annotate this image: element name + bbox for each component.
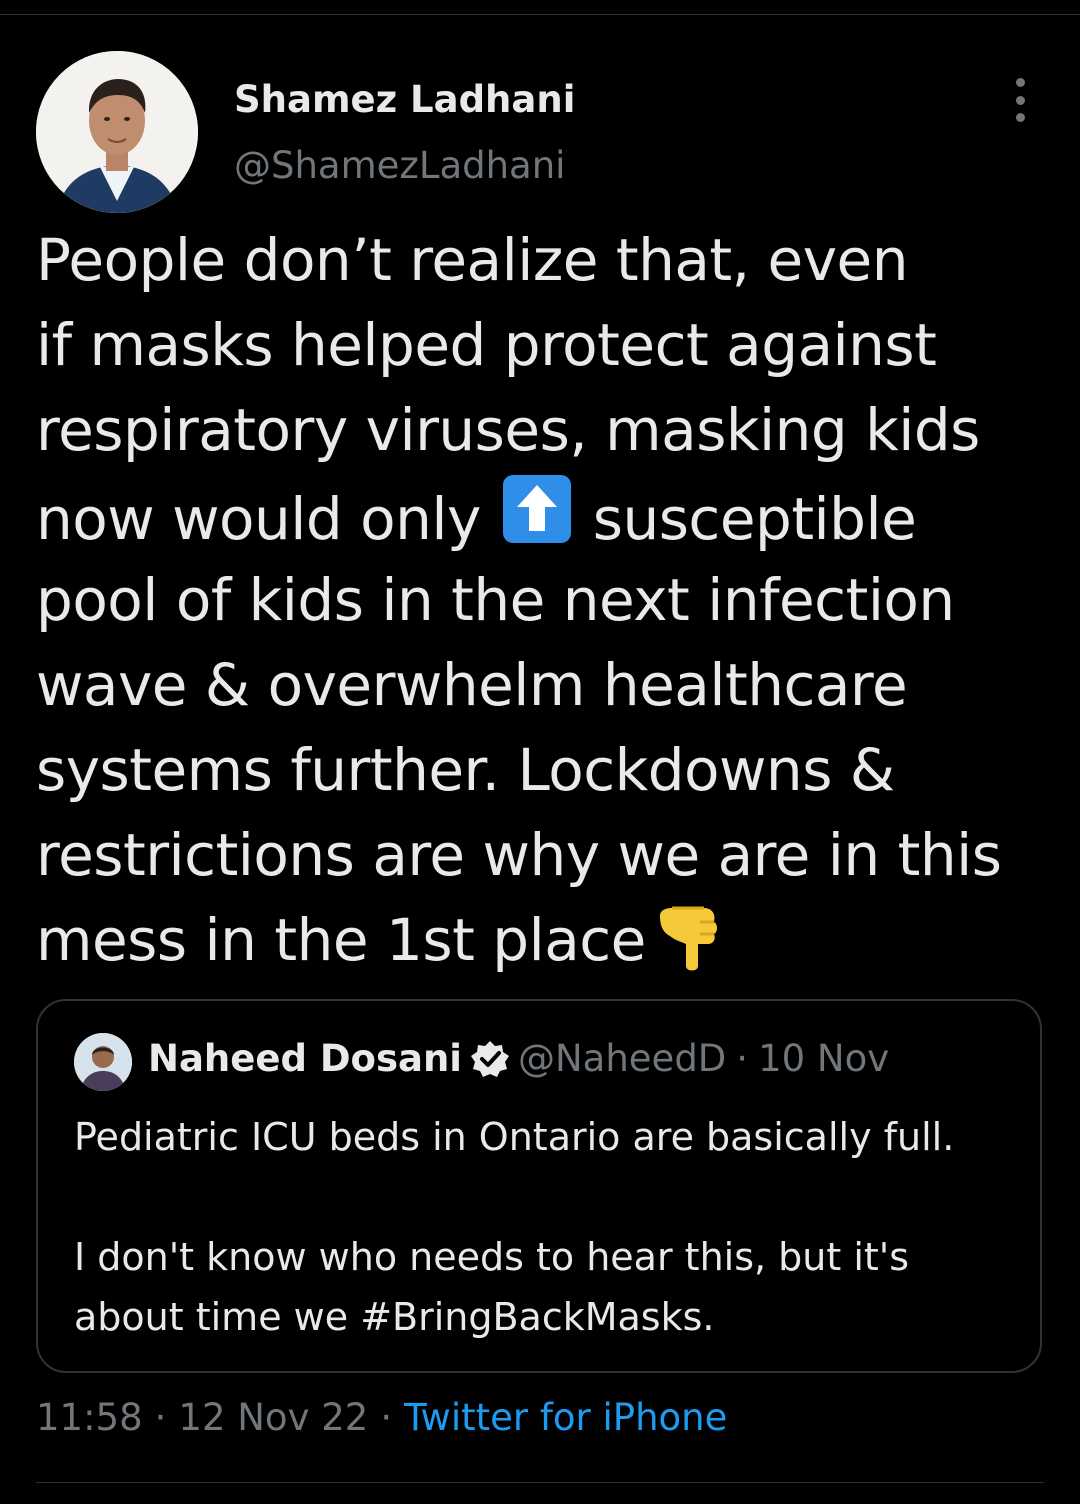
tweet-text-segment: mess in the 1st place	[36, 906, 646, 974]
tweet-source-link[interactable]: Twitter for iPhone	[404, 1396, 727, 1439]
quoted-avatar[interactable]	[74, 1033, 132, 1091]
quoted-header: Naheed Dosani @NaheedD · 10 Nov	[148, 1037, 889, 1080]
tweet-text-line: pool of kids in the next infection	[36, 566, 955, 634]
tweet-text-segment: now would only	[36, 485, 481, 553]
quoted-body-line: about time we #BringBackMasks.	[74, 1295, 715, 1339]
top-divider	[0, 14, 1080, 15]
quoted-name[interactable]: Naheed Dosani	[148, 1037, 462, 1080]
author-name[interactable]: Shamez Ladhani	[234, 78, 575, 121]
tweet-text-line: respiratory viruses, masking kids	[36, 396, 980, 464]
author-avatar-image	[36, 51, 198, 213]
quoted-date[interactable]: 10 Nov	[758, 1037, 889, 1080]
quoted-body-line: I don't know who needs to hear this, but…	[74, 1235, 910, 1279]
quoted-handle[interactable]: @NaheedD	[518, 1037, 726, 1080]
quoted-avatar-image	[74, 1033, 132, 1091]
author-avatar[interactable]	[36, 51, 198, 213]
tweet-text-segment: susceptible	[592, 485, 917, 553]
tweet-text-line: systems further. Lockdowns &	[36, 736, 895, 804]
tweet-text-line: now would only susceptible	[36, 473, 1056, 558]
pointing-down-emoji-icon	[659, 906, 717, 971]
more-vertical-icon[interactable]	[1004, 78, 1036, 122]
verified-badge-icon	[470, 1040, 509, 1077]
bottom-divider	[36, 1482, 1044, 1483]
tweet-text-line: People don’t realize that, even	[36, 226, 909, 294]
tweet-meta: 11:58 · 12 Nov 22 · Twitter for iPhone	[36, 1396, 727, 1439]
meta-separator: ·	[380, 1396, 393, 1439]
quoted-separator: ·	[736, 1037, 749, 1080]
quoted-body-line	[74, 1167, 1024, 1227]
tweet-text-line: if masks helped protect against	[36, 311, 937, 379]
quoted-tweet[interactable]: Naheed Dosani @NaheedD · 10 Nov Pediatri…	[36, 999, 1042, 1373]
quoted-body-line: Pediatric ICU beds in Ontario are basica…	[74, 1115, 955, 1159]
tweet-text-line: mess in the 1st place	[36, 898, 1056, 983]
tweet-text-line: wave & overwhelm healthcare	[36, 651, 908, 719]
tweet-date[interactable]: 12 Nov 22	[178, 1396, 368, 1439]
quoted-body: Pediatric ICU beds in Ontario are basica…	[74, 1107, 1024, 1347]
tweet-text: People don’t realize that, even if masks…	[36, 218, 1056, 983]
tweet-text-line: restrictions are why we are in this	[36, 821, 1002, 889]
up-arrow-emoji-icon	[502, 475, 571, 543]
author-handle[interactable]: @ShamezLadhani	[234, 144, 565, 187]
tweet-time[interactable]: 11:58	[36, 1396, 143, 1439]
meta-separator: ·	[154, 1396, 167, 1439]
